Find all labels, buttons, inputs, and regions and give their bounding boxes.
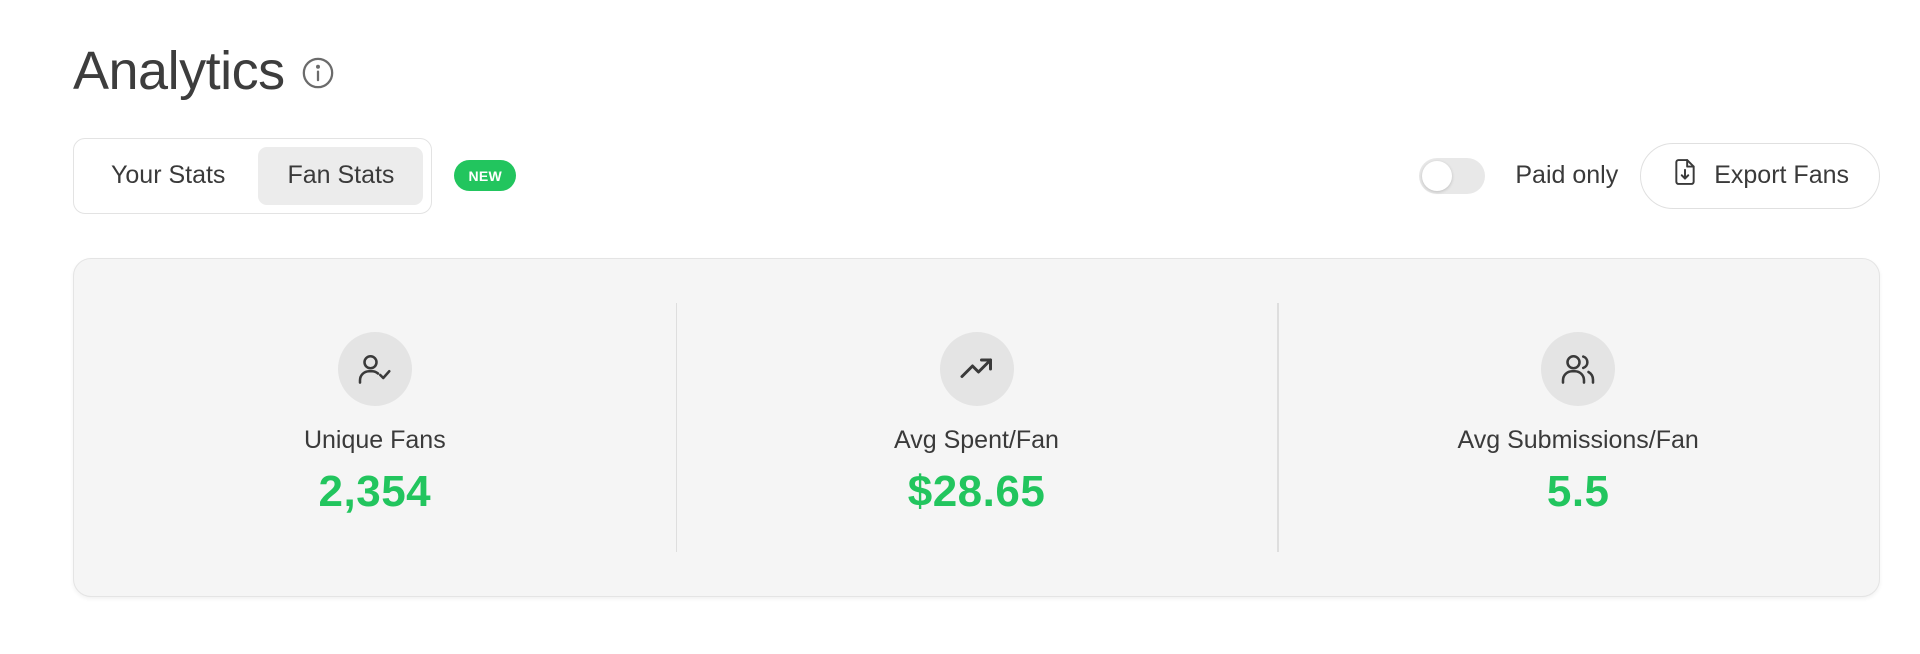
user-check-icon [337, 332, 412, 406]
page-header: Analytics [73, 44, 335, 98]
page-title: Analytics [73, 41, 285, 101]
export-fans-button[interactable]: Export Fans [1640, 142, 1880, 209]
stat-value: 5.5 [1546, 467, 1610, 516]
tab-fan-stats-label: Fan Stats [287, 161, 395, 189]
stat-label: Unique Fans [303, 426, 446, 454]
new-badge: NEW [454, 160, 516, 191]
tab-your-stats-label: Your Stats [111, 161, 226, 189]
stat-avg-spent: Avg Spent/Fan $28.65 [675, 259, 1278, 596]
tab-fan-stats[interactable]: Fan Stats [258, 146, 424, 205]
stat-avg-submissions: Avg Submissions/Fan 5.5 [1277, 259, 1879, 596]
tab-your-stats[interactable]: Your Stats [82, 147, 254, 205]
info-circle-icon[interactable] [301, 56, 335, 90]
stat-value: $28.65 [907, 467, 1046, 516]
analytics-page: Analytics Your Stats Fan Stats NEW Paid … [0, 0, 1920, 654]
export-fans-label: Export Fans [1714, 161, 1849, 189]
file-download-icon [1672, 157, 1698, 194]
stat-label: Avg Spent/Fan [894, 426, 1059, 454]
stat-label: Avg Submissions/Fan [1457, 426, 1699, 454]
stat-value: 2,354 [318, 467, 432, 516]
toggle-knob [1422, 160, 1453, 191]
trending-up-icon [939, 332, 1014, 406]
fan-stats-card: Unique Fans 2,354 Avg Spent/Fan $28.65 A… [73, 258, 1880, 597]
users-icon [1541, 332, 1616, 406]
paid-only-label: Paid only [1515, 161, 1619, 189]
paid-only-toggle[interactable] [1419, 157, 1486, 194]
stats-tab-switcher: Your Stats Fan Stats [73, 137, 433, 214]
toolbar-actions: Paid only Export Fans [1419, 142, 1880, 209]
toolbar: Your Stats Fan Stats NEW Paid only Expor… [73, 137, 1880, 214]
stat-unique-fans: Unique Fans 2,354 [74, 259, 676, 596]
